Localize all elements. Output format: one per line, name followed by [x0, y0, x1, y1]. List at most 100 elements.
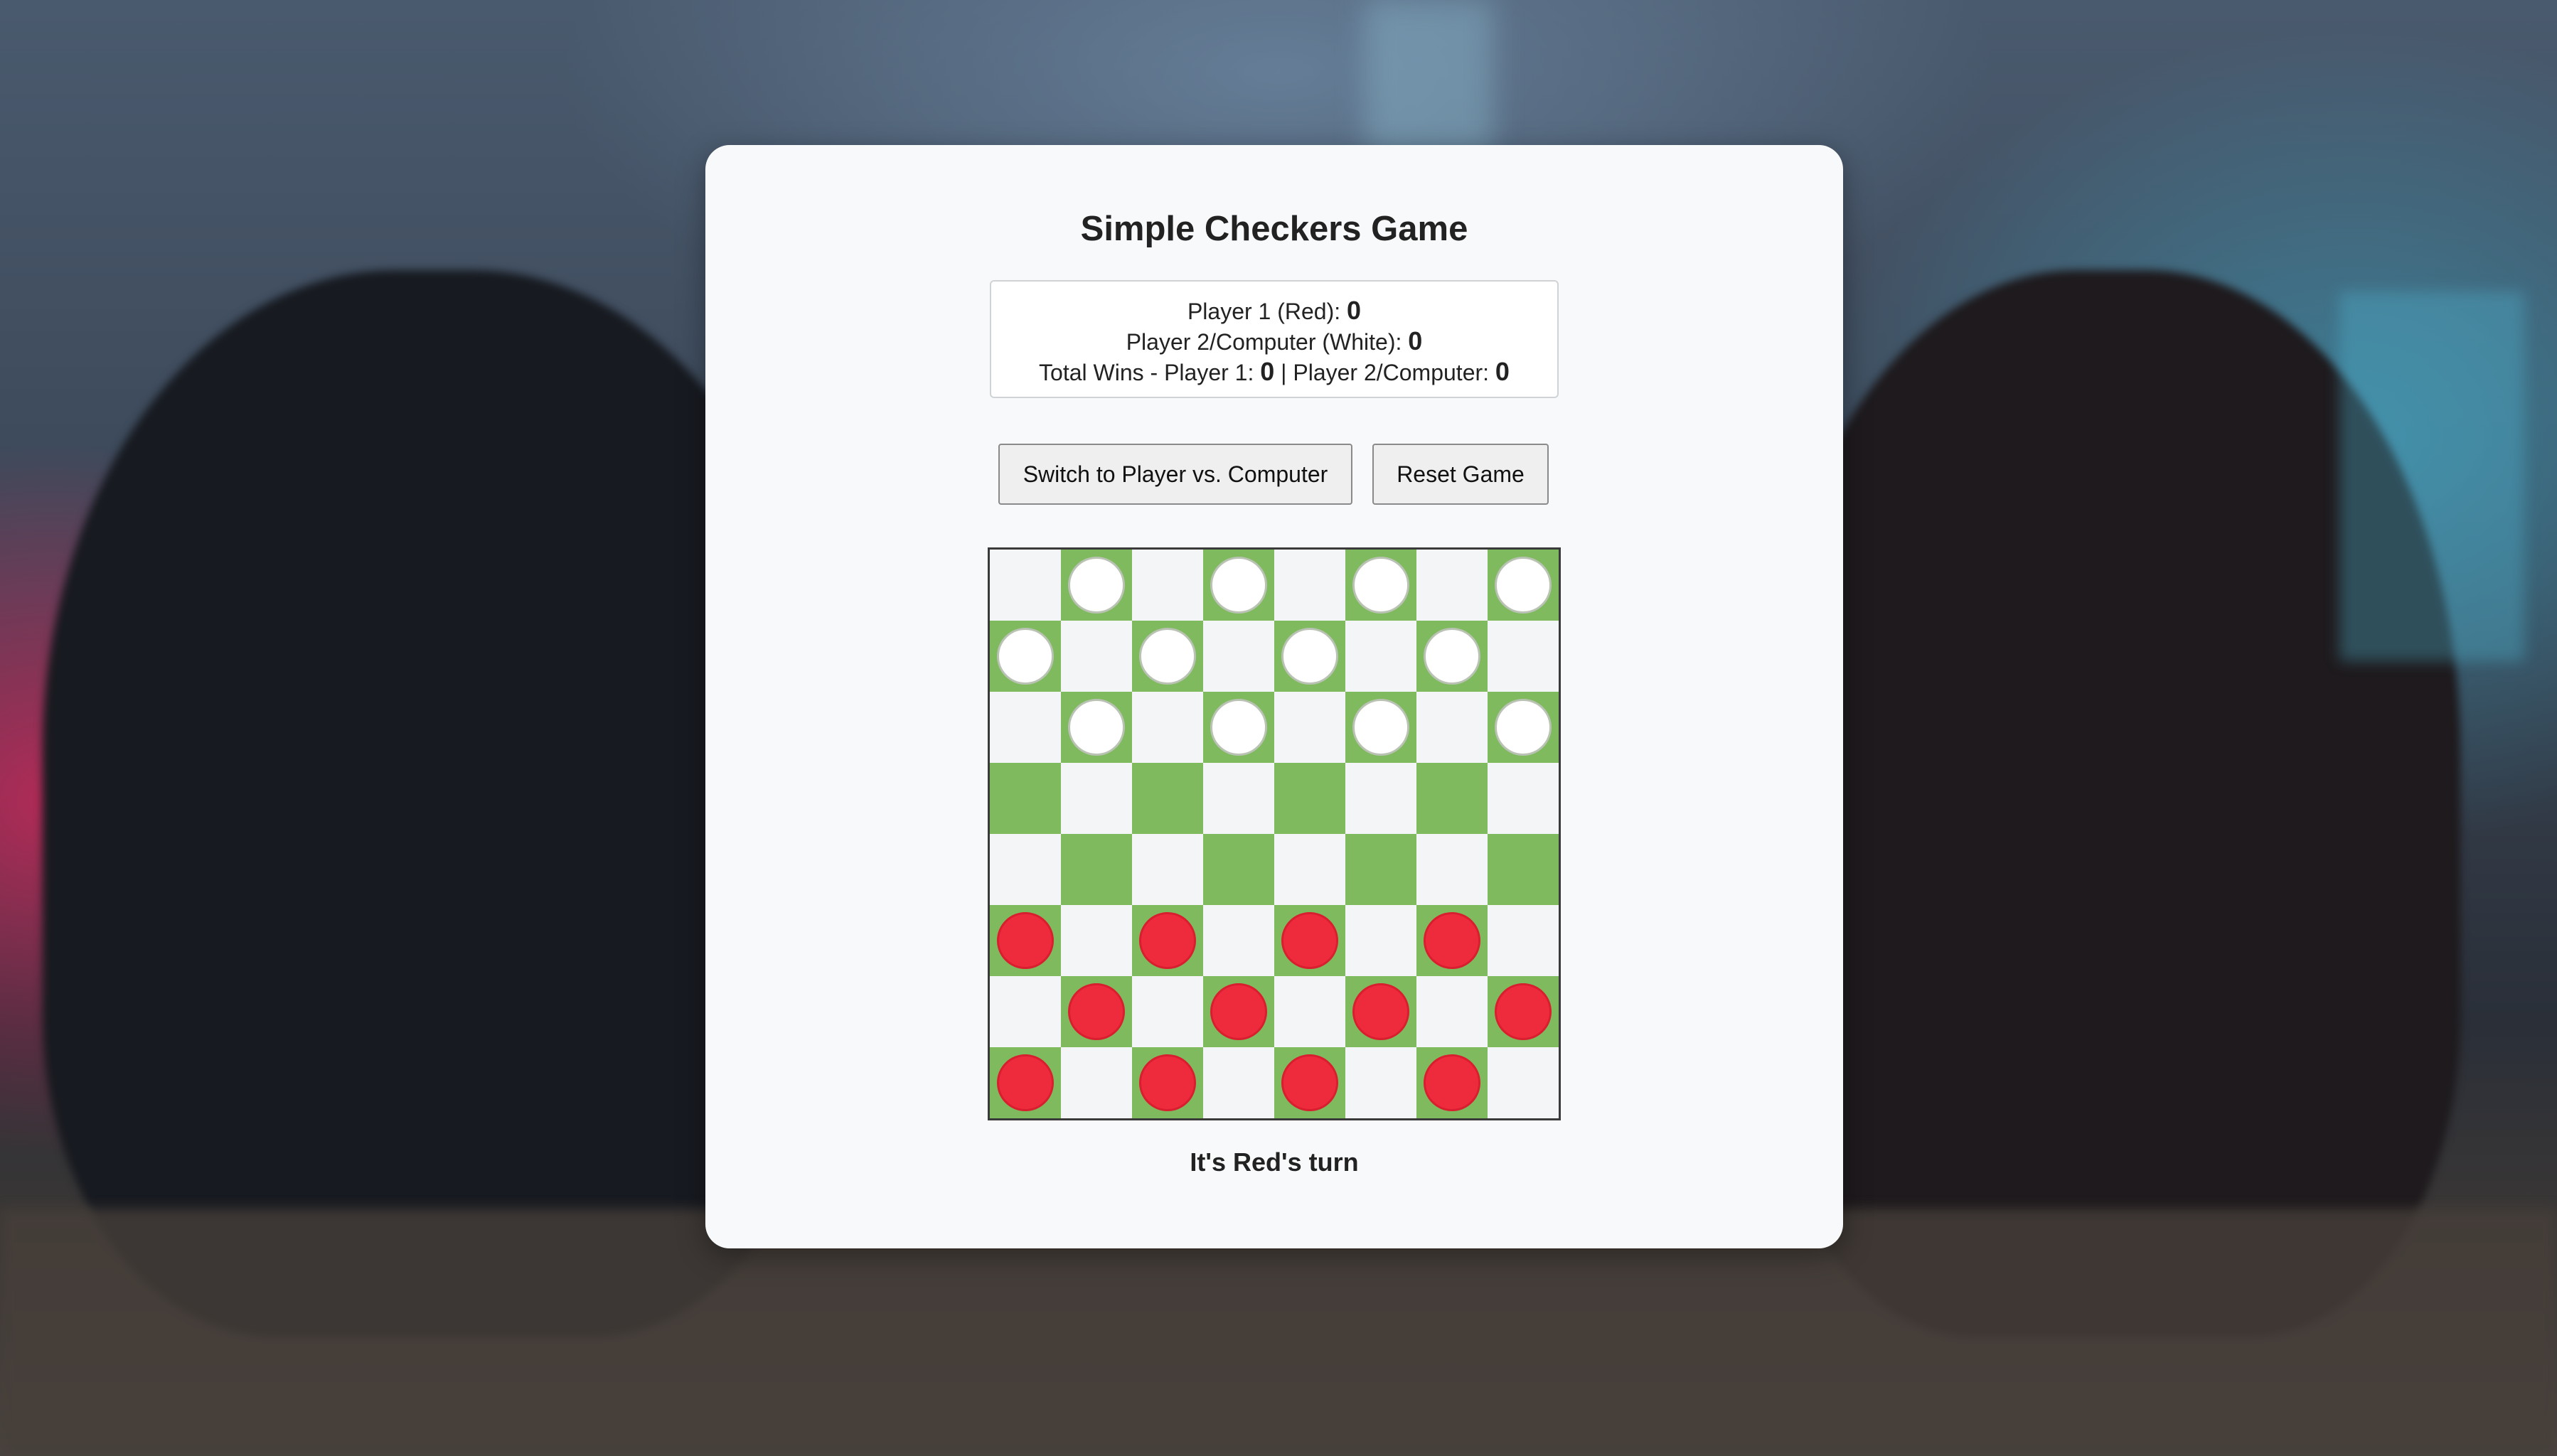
red-piece[interactable] — [1352, 983, 1409, 1040]
switch-mode-button[interactable]: Switch to Player vs. Computer — [998, 444, 1352, 505]
white-piece[interactable] — [1068, 699, 1125, 756]
reset-game-button[interactable]: Reset Game — [1372, 444, 1549, 505]
board-square[interactable] — [1061, 621, 1132, 692]
board-square[interactable] — [1203, 550, 1274, 621]
board-square[interactable] — [1274, 621, 1345, 692]
board-square[interactable] — [990, 834, 1061, 905]
red-piece[interactable] — [1139, 1054, 1196, 1111]
white-piece[interactable] — [1495, 699, 1552, 756]
scoreboard: Player 1 (Red): 0 Player 2/Computer (Whi… — [990, 280, 1559, 398]
board-square[interactable] — [1203, 692, 1274, 763]
board-square[interactable] — [1132, 621, 1203, 692]
player1-score-line: Player 1 (Red): 0 — [991, 296, 1557, 326]
board-square[interactable] — [1416, 905, 1488, 976]
board-square[interactable] — [1203, 1047, 1274, 1118]
board-square[interactable] — [1132, 763, 1203, 834]
board-square[interactable] — [1274, 976, 1345, 1047]
background-light — [1365, 0, 1493, 156]
board-square[interactable] — [1345, 692, 1416, 763]
red-piece[interactable] — [1139, 912, 1196, 969]
board-square[interactable] — [1345, 905, 1416, 976]
board-square[interactable] — [1488, 763, 1559, 834]
white-piece[interactable] — [1139, 628, 1196, 685]
white-piece[interactable] — [1068, 557, 1125, 614]
board-square[interactable] — [1488, 692, 1559, 763]
board-square[interactable] — [990, 1047, 1061, 1118]
board-square[interactable] — [1132, 692, 1203, 763]
board-square[interactable] — [1132, 550, 1203, 621]
board-square[interactable] — [1061, 1047, 1132, 1118]
board-square[interactable] — [990, 976, 1061, 1047]
board-square[interactable] — [1203, 621, 1274, 692]
board-square[interactable] — [1274, 692, 1345, 763]
board-square[interactable] — [990, 905, 1061, 976]
white-piece[interactable] — [1424, 628, 1480, 685]
board-square[interactable] — [1488, 905, 1559, 976]
board-square[interactable] — [1061, 905, 1132, 976]
board-square[interactable] — [1416, 1047, 1488, 1118]
board-square[interactable] — [1416, 550, 1488, 621]
board-square[interactable] — [1132, 905, 1203, 976]
board-square[interactable] — [1488, 621, 1559, 692]
board-square[interactable] — [1132, 1047, 1203, 1118]
board-square[interactable] — [1416, 976, 1488, 1047]
board-square[interactable] — [990, 692, 1061, 763]
board-square[interactable] — [1416, 834, 1488, 905]
board-square[interactable] — [1132, 834, 1203, 905]
player1-label: Player 1 (Red): — [1187, 299, 1347, 324]
red-piece[interactable] — [1281, 912, 1338, 969]
board-square[interactable] — [1274, 550, 1345, 621]
board-square[interactable] — [1274, 763, 1345, 834]
wins-label: Total Wins - Player 1: — [1039, 360, 1261, 385]
board-square[interactable] — [1488, 550, 1559, 621]
board-square[interactable] — [1274, 905, 1345, 976]
board-square[interactable] — [1416, 621, 1488, 692]
red-piece[interactable] — [1281, 1054, 1338, 1111]
board-square[interactable] — [1345, 834, 1416, 905]
board-square[interactable] — [1488, 1047, 1559, 1118]
board-square[interactable] — [990, 763, 1061, 834]
board-square[interactable] — [1132, 976, 1203, 1047]
board-square[interactable] — [1203, 763, 1274, 834]
board-square[interactable] — [1345, 763, 1416, 834]
board-square[interactable] — [1345, 976, 1416, 1047]
board-square[interactable] — [1061, 692, 1132, 763]
page-title: Simple Checkers Game — [1080, 210, 1468, 248]
white-piece[interactable] — [1281, 628, 1338, 685]
board-square[interactable] — [1061, 976, 1132, 1047]
white-piece[interactable] — [1210, 557, 1267, 614]
board-square[interactable] — [1061, 550, 1132, 621]
turn-status: It's Red's turn — [1190, 1147, 1359, 1177]
white-piece[interactable] — [1352, 699, 1409, 756]
red-piece[interactable] — [1424, 1054, 1480, 1111]
board-square[interactable] — [1203, 905, 1274, 976]
board-square[interactable] — [1061, 834, 1132, 905]
red-piece[interactable] — [1495, 983, 1552, 1040]
white-piece[interactable] — [1210, 699, 1267, 756]
player2-score-line: Player 2/Computer (White): 0 — [991, 326, 1557, 357]
player1-score: 0 — [1347, 296, 1362, 325]
white-piece[interactable] — [1352, 557, 1409, 614]
board-square[interactable] — [1203, 976, 1274, 1047]
player2-score: 0 — [1408, 326, 1423, 355]
board-square[interactable] — [1274, 834, 1345, 905]
board-square[interactable] — [1345, 550, 1416, 621]
board-square[interactable] — [990, 550, 1061, 621]
red-piece[interactable] — [1424, 912, 1480, 969]
board-square[interactable] — [1061, 763, 1132, 834]
board-square[interactable] — [1274, 1047, 1345, 1118]
red-piece[interactable] — [1068, 983, 1125, 1040]
white-piece[interactable] — [997, 628, 1054, 685]
board-square[interactable] — [1488, 834, 1559, 905]
red-piece[interactable] — [1210, 983, 1267, 1040]
board-square[interactable] — [1416, 763, 1488, 834]
board-square[interactable] — [1345, 1047, 1416, 1118]
board-square[interactable] — [990, 621, 1061, 692]
board-square[interactable] — [1488, 976, 1559, 1047]
white-piece[interactable] — [1495, 557, 1552, 614]
red-piece[interactable] — [997, 912, 1054, 969]
red-piece[interactable] — [997, 1054, 1054, 1111]
board-square[interactable] — [1203, 834, 1274, 905]
board-square[interactable] — [1345, 621, 1416, 692]
board-square[interactable] — [1416, 692, 1488, 763]
